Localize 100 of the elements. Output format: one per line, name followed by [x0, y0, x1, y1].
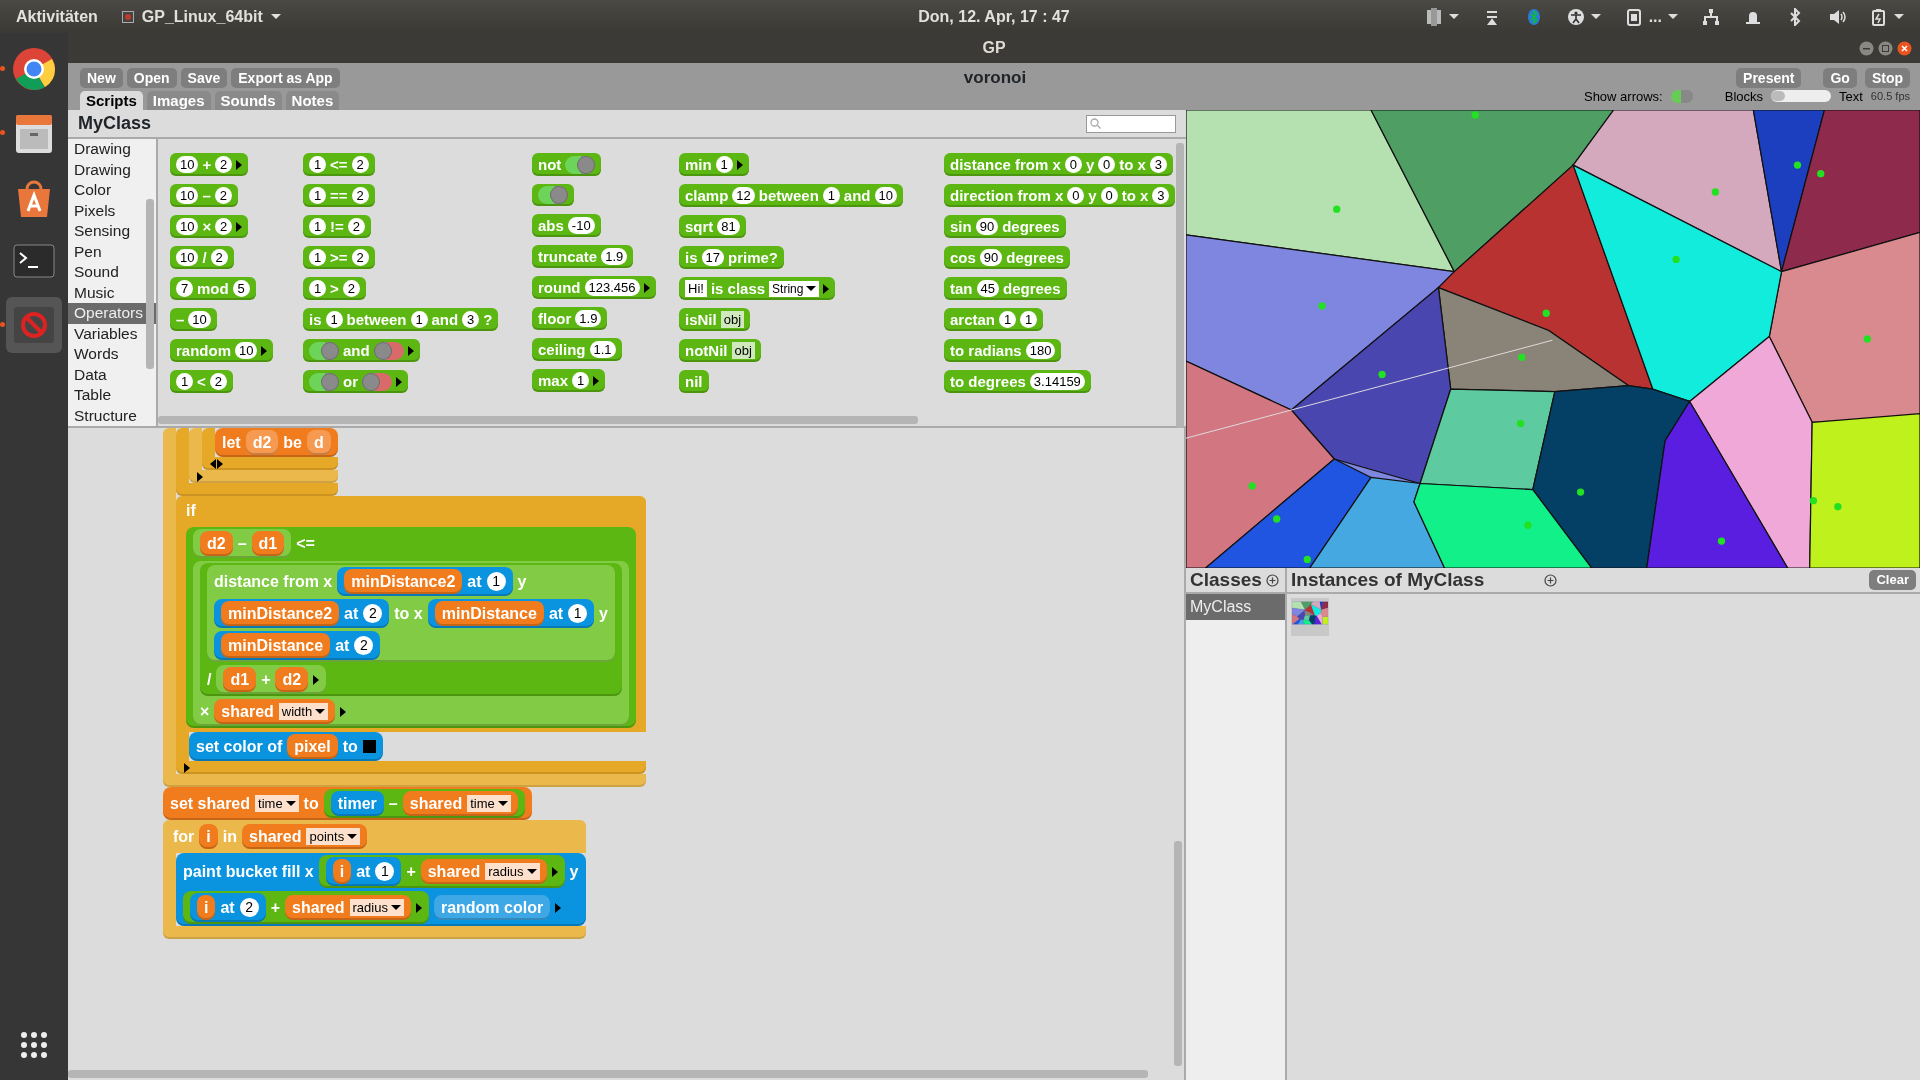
menu-slot[interactable]: radius — [485, 863, 540, 880]
number-slot[interactable]: 0 — [1067, 187, 1085, 204]
number-slot[interactable]: 1 — [309, 280, 326, 297]
category-item[interactable]: Music — [68, 282, 156, 303]
menu-slot[interactable]: radius — [349, 899, 404, 916]
boolean-toggle[interactable] — [373, 341, 404, 360]
expand-arrow-icon[interactable] — [407, 345, 414, 356]
activities-button[interactable]: Aktivitäten — [16, 4, 98, 29]
number-slot[interactable]: 1 — [822, 187, 840, 204]
number-slot[interactable]: 3 — [1152, 187, 1170, 204]
reporter-block[interactable]: truncate 1.9 — [532, 245, 634, 268]
number-slot[interactable]: 10 — [188, 311, 211, 328]
number-slot[interactable]: 1.1 — [589, 341, 616, 358]
number-slot[interactable]: 45 — [976, 280, 999, 297]
number-slot[interactable]: 1 — [309, 249, 326, 266]
app-menu[interactable]: GP_Linux_64bit — [141, 4, 263, 29]
number-slot[interactable]: 2 — [351, 156, 369, 173]
number-slot[interactable]: 1 — [375, 862, 395, 881]
boolean-toggle[interactable] — [362, 372, 392, 391]
scrollbar[interactable] — [1174, 841, 1182, 1066]
expand-arrow-icon[interactable] — [643, 282, 650, 293]
number-slot[interactable]: 2 — [215, 218, 233, 235]
boolean-toggle[interactable] — [309, 341, 339, 360]
number-slot[interactable]: 2 — [354, 636, 374, 655]
number-slot[interactable]: 1 — [309, 218, 326, 235]
minimize-icon[interactable] — [1859, 40, 1874, 56]
expand-arrow-icon[interactable] — [184, 762, 190, 773]
reporter-block[interactable]: 1 <= 2 — [303, 153, 375, 176]
reporter-block[interactable]: to radians 180 — [944, 339, 1062, 362]
reporter-block[interactable]: ceiling 1.1 — [532, 338, 622, 361]
expand-arrow-icon[interactable] — [236, 221, 243, 232]
expand-arrow-icon[interactable] — [555, 902, 562, 913]
number-slot[interactable]: 2 — [347, 218, 365, 235]
number-slot[interactable]: 90 — [979, 249, 1003, 266]
tab[interactable]: Scripts — [80, 91, 143, 110]
reporter-block[interactable] — [532, 184, 574, 206]
category-item[interactable]: Variables — [68, 323, 156, 344]
number-slot[interactable]: 7 — [176, 280, 193, 297]
number-slot[interactable]: 2 — [209, 373, 227, 390]
reporter-block[interactable]: max 1 — [532, 369, 606, 392]
reporter-block[interactable]: 10 / 2 — [170, 246, 234, 269]
reporter-block[interactable]: direction from x 0 y 0 to x 3 — [944, 184, 1176, 207]
scrollbar[interactable] — [68, 1070, 1148, 1078]
number-slot[interactable]: -10 — [567, 217, 595, 234]
number-slot[interactable]: 2 — [351, 249, 369, 266]
c-block[interactable]: for i in shared points paint bucket fill x i at 1 + shared radius y i at 2 + shared radius random color — [163, 820, 586, 939]
number-slot[interactable]: 1 — [325, 311, 343, 328]
expand-arrow-icon[interactable] — [415, 902, 422, 913]
reporter-block[interactable]: i at 2 + shared radius — [183, 891, 429, 924]
battery-icon[interactable] — [1870, 7, 1888, 26]
reporter-block[interactable]: Hi! is class String — [679, 277, 836, 300]
apps-grid-icon[interactable] — [19, 1030, 49, 1060]
reporter-block[interactable]: minDistance at 1 — [427, 599, 595, 628]
menu-slot[interactable]: String — [769, 280, 820, 297]
instance-thumbnail[interactable] — [1291, 598, 1329, 636]
number-slot[interactable]: 12 — [732, 187, 755, 204]
number-slot[interactable]: 3.14159 — [1029, 373, 1085, 390]
number-slot[interactable]: 123.456 — [584, 279, 640, 296]
number-slot[interactable]: 1.9 — [601, 248, 628, 265]
object-slot[interactable]: obj — [731, 342, 755, 359]
category-item[interactable]: Pen — [68, 241, 156, 262]
expand-arrow-icon[interactable] — [396, 376, 402, 387]
menu-slot[interactable]: time — [467, 795, 511, 812]
number-slot[interactable]: 3 — [462, 311, 480, 328]
reporter-block[interactable]: to degrees 3.14159 — [944, 370, 1091, 393]
reporter-block[interactable]: round 123.456 — [532, 276, 656, 299]
category-item[interactable]: Sound — [68, 262, 156, 283]
toggle-switch[interactable] — [1670, 89, 1693, 103]
volume-icon[interactable] — [1828, 7, 1846, 26]
number-slot[interactable]: 1 — [176, 373, 193, 390]
reporter-block[interactable]: abs -10 — [532, 214, 601, 237]
reporter-block[interactable]: tan 45 degrees — [944, 277, 1067, 300]
reporter-block[interactable]: 10 + 2 — [170, 153, 249, 176]
reporter-block[interactable]: shared points — [242, 824, 368, 849]
scrollbar[interactable] — [1176, 143, 1184, 428]
toolbar-button[interactable]: Present — [1736, 67, 1802, 88]
number-slot[interactable]: 2 — [210, 249, 228, 266]
number-slot[interactable]: 2 — [363, 604, 383, 623]
reporter-block[interactable]: shared width — [214, 699, 336, 724]
reporter-block[interactable]: clamp 12 between 1 and 10 — [679, 184, 903, 207]
clipboard-icon[interactable] — [1624, 7, 1643, 26]
reporter-block[interactable]: random 10 — [170, 339, 274, 362]
accessibility-icon[interactable] — [1566, 7, 1585, 26]
reporter-block[interactable]: 1 < 2 — [170, 370, 233, 393]
number-slot[interactable]: 1 — [1020, 311, 1038, 328]
number-slot[interactable]: 2 — [342, 280, 360, 297]
reporter-block[interactable]: distance from x minDistance2 at 1 y minDistance2 at 2 to x minDistance at 1 y minDistance at 2 / d1 + d2 × shared width — [193, 561, 629, 726]
boolean-toggle[interactable] — [565, 155, 596, 174]
reporter-block[interactable]: isNil obj — [679, 308, 751, 331]
expand-arrow-icon[interactable] — [736, 159, 743, 170]
scrollbar[interactable] — [146, 199, 154, 369]
object-slot[interactable]: obj — [720, 311, 745, 328]
reporter-block[interactable]: sin 90 degrees — [944, 215, 1066, 238]
expand-collapse-arrows-icon[interactable] — [210, 458, 223, 469]
number-slot[interactable]: 1 — [410, 311, 428, 328]
number-slot[interactable]: 1 — [309, 187, 326, 204]
number-slot[interactable]: 2 — [239, 898, 259, 917]
c-block[interactable]: let d2 be d if d2 – d1 <= distance from x minDistance2 at 1 y minDistance2 at 2 to x minDistance at 1 y minDistance at 2 / d1 + d2 × shared width set color of pixel to — [163, 428, 646, 787]
network-icon[interactable] — [1702, 7, 1720, 26]
reporter-block[interactable]: 1 > 2 — [303, 277, 366, 300]
